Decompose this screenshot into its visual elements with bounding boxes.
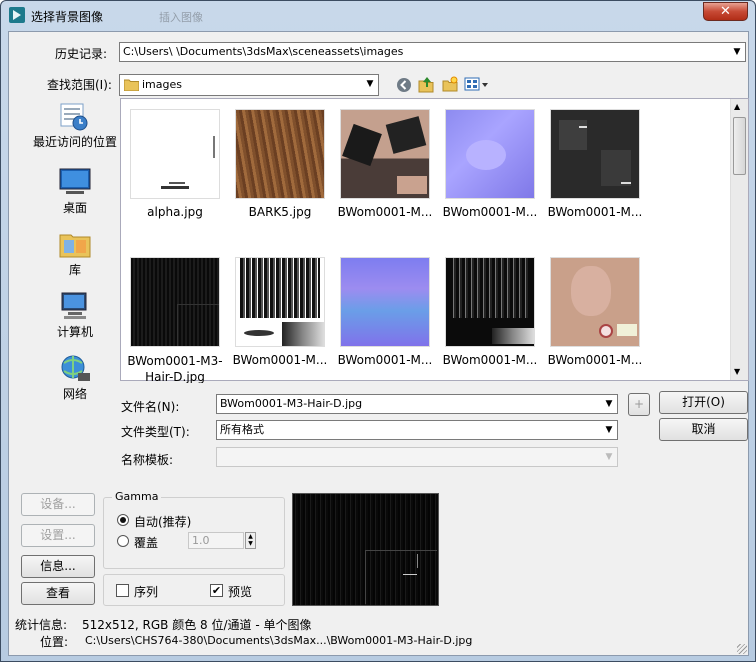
file-name[interactable]: BWom0001-M... — [438, 353, 542, 367]
place-label: 计算机 — [56, 325, 93, 339]
file-name[interactable]: BWom0001-M3-Hair-D.jpg — [123, 353, 227, 383]
place-computer[interactable]: 计算机 — [27, 291, 123, 340]
filename-input[interactable]: BWom0001-M3-Hair-D.jpg ▼ — [216, 394, 618, 414]
file-name[interactable]: BWom0001-M... — [228, 353, 332, 367]
place-label: 桌面 — [62, 201, 87, 215]
sequence-label[interactable]: 序列 — [134, 583, 158, 600]
lookin-folder: images — [142, 78, 182, 91]
view-button[interactable]: 查看 — [21, 582, 95, 605]
scroll-up-icon[interactable]: ▲ — [734, 102, 740, 111]
lookin-dropdown[interactable]: images ▼ — [119, 74, 379, 96]
window-title: 选择背景图像 — [31, 10, 104, 24]
open-button[interactable]: 打开(O) — [659, 391, 748, 414]
file-list-scrollbar[interactable]: ▲ ▼ — [730, 99, 748, 380]
sequence-checkbox[interactable] — [116, 584, 129, 597]
places-sidebar: 最近访问的位置 桌面 库 计算机 网络 — [27, 97, 123, 457]
chevron-down-icon[interactable]: ▼ — [362, 75, 378, 93]
image-preview — [292, 493, 439, 606]
filetype-dropdown[interactable]: 所有格式 ▼ — [216, 420, 618, 440]
gamma-title: Gamma — [112, 490, 162, 503]
up-folder-icon[interactable] — [418, 76, 434, 93]
view-menu-icon[interactable] — [464, 77, 490, 92]
info-button[interactable]: 信息... — [21, 555, 95, 578]
thumbnail-bwom-normal[interactable] — [445, 109, 535, 199]
thumbnail-hair-spec[interactable] — [445, 257, 535, 347]
thumbnail-alpha[interactable] — [130, 109, 220, 199]
stats-label: 统计信息: — [15, 618, 68, 632]
scrollbar-thumb[interactable] — [733, 117, 746, 175]
network-icon — [61, 355, 90, 381]
scroll-down-icon[interactable]: ▼ — [734, 367, 740, 376]
place-label: 库 — [68, 263, 81, 277]
gamma-spinner-icon[interactable]: ▲ ▼ — [245, 532, 256, 549]
gamma-override-radio[interactable] — [117, 535, 129, 547]
title-bar[interactable]: 选择背景图像 插入图像 ✕ — [1, 1, 755, 31]
file-name[interactable]: alpha.jpg — [123, 205, 227, 219]
gamma-auto-radio[interactable] — [117, 514, 129, 526]
resize-grip-icon[interactable] — [737, 644, 747, 654]
file-name[interactable]: BWom0001-M... — [543, 205, 647, 219]
add-button[interactable]: + — [628, 393, 650, 416]
lookin-label: 查找范围(I): — [47, 78, 112, 92]
close-button[interactable]: ✕ — [703, 2, 748, 21]
place-desktop[interactable]: 桌面 — [27, 167, 123, 216]
new-folder-icon[interactable] — [442, 76, 458, 92]
gamma-group: Gamma 自动(推荐) 覆盖 1.0 ▲ ▼ — [103, 490, 285, 569]
recent-places-icon — [60, 103, 88, 131]
thumbnail-bwom-body[interactable] — [340, 109, 430, 199]
thumbnail-hair-normal[interactable] — [340, 257, 430, 347]
file-name[interactable]: BWom0001-M... — [438, 205, 542, 219]
chevron-down-icon[interactable]: ▼ — [729, 43, 745, 61]
gamma-value-input: 1.0 — [188, 532, 244, 549]
back-icon[interactable] — [396, 77, 412, 93]
location-value: C:\Users\CHS764-380\Documents\3dsMax...\… — [85, 634, 473, 647]
preview-checkbox[interactable]: ✔ — [210, 584, 223, 597]
file-name[interactable]: BWom0001-M... — [543, 353, 647, 367]
location-label: 位置: — [40, 635, 69, 649]
thumbnail-bark5[interactable] — [235, 109, 325, 199]
history-path: C:\Users\ \Documents\3dsMax\sceneassets\… — [123, 45, 404, 58]
computer-icon — [61, 292, 87, 319]
template-dropdown: ▼ — [216, 447, 618, 467]
3dsmax-app-icon — [9, 7, 25, 23]
place-recent[interactable]: 最近访问的位置 — [27, 101, 123, 150]
thumbnail-hair-d[interactable] — [130, 257, 220, 347]
place-network[interactable]: 网络 — [27, 353, 123, 402]
filename-value: BWom0001-M3-Hair-D.jpg — [220, 397, 363, 410]
options-group: 序列 ✔ 预览 — [103, 574, 285, 606]
history-dropdown[interactable]: C:\Users\ \Documents\3dsMax\sceneassets\… — [119, 42, 746, 62]
preview-label[interactable]: 预览 — [228, 583, 252, 600]
folder-icon — [124, 79, 139, 91]
thumbnail-face[interactable] — [550, 257, 640, 347]
chevron-down-icon[interactable]: ▼ — [601, 395, 617, 413]
stats-value: 512x512, RGB 颜色 8 位/通道 - 单个图像 — [82, 618, 312, 632]
settings-button: 设置... — [21, 524, 95, 547]
background-window-ghost: 插入图像 — [159, 11, 203, 24]
chevron-down-icon: ▼ — [605, 452, 613, 462]
file-name[interactable]: BWom0001-M... — [333, 353, 437, 367]
dialog-window: 选择背景图像 插入图像 ✕ 历史记录: C:\Users\ \Documents… — [0, 0, 756, 662]
template-label: 名称模板: — [121, 453, 174, 467]
desktop-icon — [59, 168, 91, 194]
thumbnail-bwom-spec[interactable] — [550, 109, 640, 199]
file-name[interactable]: BWom0001-M... — [333, 205, 437, 219]
filename-label: 文件名(N): — [121, 400, 180, 414]
history-label: 历史记录: — [55, 47, 108, 61]
cancel-button[interactable]: 取消 — [659, 418, 748, 441]
place-label: 最近访问的位置 — [32, 135, 117, 149]
file-name[interactable]: BARK5.jpg — [228, 205, 332, 219]
setup-button: 设备... — [21, 493, 95, 516]
chevron-down-icon[interactable]: ▼ — [601, 421, 617, 439]
filetype-label: 文件类型(T): — [121, 425, 190, 439]
gamma-auto-label[interactable]: 自动(推荐) — [134, 513, 191, 530]
thumbnail-hair-alpha[interactable] — [235, 257, 325, 347]
gamma-override-label[interactable]: 覆盖 — [134, 534, 158, 551]
place-label: 网络 — [62, 387, 87, 401]
libraries-icon — [59, 234, 91, 258]
file-list[interactable]: alpha.jpg BARK5.jpg BWom0001-M... BWom00… — [120, 98, 749, 383]
filetype-value: 所有格式 — [220, 423, 264, 436]
place-libraries[interactable]: 库 — [27, 229, 123, 278]
dialog-body: 历史记录: C:\Users\ \Documents\3dsMax\scenea… — [8, 31, 749, 656]
